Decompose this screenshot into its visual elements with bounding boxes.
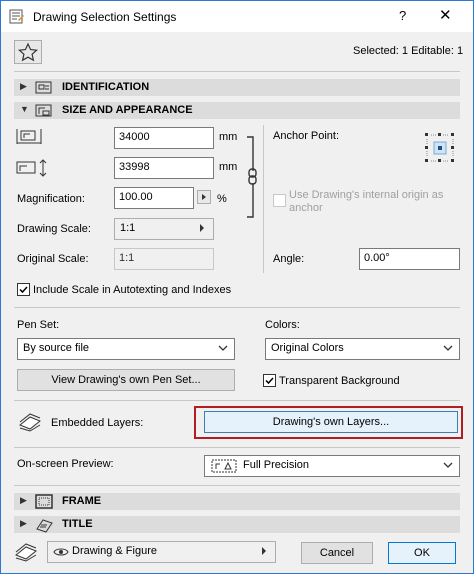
preview-select[interactable]: Full Precision: [204, 455, 460, 477]
checkmark-icon: [265, 377, 274, 385]
footer-bar: Drawing & Figure Cancel OK: [1, 535, 473, 573]
section-title: FRAME: [62, 495, 102, 507]
cancel-button[interactable]: Cancel: [301, 542, 373, 564]
close-button[interactable]: ✕: [439, 6, 452, 24]
width-input[interactable]: 34000: [114, 127, 214, 149]
checkmark-icon: [19, 286, 28, 294]
section-frame[interactable]: ▶ FRAME: [14, 493, 460, 510]
chevron-down-icon: ▼: [20, 104, 29, 114]
preview-value: Full Precision: [243, 459, 310, 471]
anchor-point-selector[interactable]: [423, 131, 457, 165]
size-appearance-icon: [35, 104, 52, 117]
pen-set-value: By source file: [23, 342, 90, 354]
drawing-scale-value: 1:1: [120, 222, 136, 234]
frame-icon: [35, 494, 53, 509]
magnification-input[interactable]: 100.00: [114, 187, 194, 209]
height-unit: mm: [219, 161, 238, 173]
internal-origin-label: Use Drawing's internal origin as anchor: [289, 189, 444, 214]
identification-icon: [35, 81, 52, 94]
triangle-right-icon: [202, 194, 206, 200]
title-icon: [36, 519, 53, 533]
help-button[interactable]: ?: [399, 8, 406, 23]
anchor-point-label: Anchor Point:: [273, 130, 340, 142]
drawing-scale-label: Drawing Scale:: [17, 223, 91, 235]
vertical-divider: [263, 125, 264, 273]
triangle-right-icon: [200, 224, 204, 232]
preview-label: On-screen Preview:: [17, 458, 114, 470]
embedded-layers-label: Embedded Layers:: [51, 417, 144, 429]
height-input[interactable]: 33998: [114, 157, 214, 179]
width-icon: [16, 129, 42, 144]
angle-input[interactable]: 0.00°: [359, 248, 460, 270]
layers-icon: [19, 413, 41, 432]
section-title: IDENTIFICATION: [62, 81, 150, 93]
section-identification[interactable]: ▶ IDENTIFICATION: [14, 79, 460, 96]
triangle-right-icon: [262, 547, 266, 555]
magnification-menu-button[interactable]: [197, 190, 211, 204]
chain-link-icon[interactable]: [245, 135, 261, 219]
section-title: TITLE: [62, 518, 93, 530]
chevron-right-icon: ▶: [20, 495, 27, 505]
divider: [14, 400, 460, 401]
width-unit: mm: [219, 131, 238, 143]
percent-label: %: [217, 193, 227, 205]
own-layers-button[interactable]: Drawing's own Layers...: [204, 411, 458, 433]
layer-stack-icon: [15, 543, 37, 562]
chevron-right-icon: ▶: [20, 81, 27, 91]
divider: [14, 447, 460, 448]
chevron-right-icon: ▶: [20, 518, 27, 528]
internal-origin-checkbox[interactable]: [273, 194, 286, 207]
star-icon: [17, 42, 39, 62]
window-title: Drawing Selection Settings: [33, 10, 177, 24]
eye-icon: [53, 548, 69, 556]
magnification-label: Magnification:: [17, 193, 85, 205]
transparent-background-label: Transparent Background: [279, 375, 400, 387]
app-icon: [9, 9, 24, 24]
include-scale-checkbox[interactable]: [17, 283, 30, 296]
original-scale-label: Original Scale:: [17, 253, 89, 265]
transparent-background-checkbox[interactable]: [263, 374, 276, 387]
divider: [14, 485, 460, 486]
original-scale-value: 1:1: [114, 248, 214, 270]
favorites-button[interactable]: [14, 40, 42, 64]
section-title-settings[interactable]: ▶ TITLE: [14, 516, 460, 533]
chevron-down-icon: [443, 462, 453, 468]
colors-label: Colors:: [265, 319, 300, 331]
preview-quality-icon: [211, 459, 237, 473]
view-pen-set-button[interactable]: View Drawing's own Pen Set...: [17, 369, 235, 391]
selected-info: Selected: 1 Editable: 1: [353, 45, 464, 57]
colors-value: Original Colors: [271, 342, 344, 354]
pen-set-label: Pen Set:: [17, 319, 60, 331]
height-icon: [16, 159, 47, 177]
chevron-down-icon: [443, 345, 453, 351]
dialog-window: Drawing Selection Settings ? ✕ Selected:…: [0, 0, 474, 574]
ok-button[interactable]: OK: [388, 542, 456, 564]
layer-value: Drawing & Figure: [72, 545, 157, 557]
chevron-down-icon: [218, 345, 228, 351]
section-size-appearance[interactable]: ▼ SIZE AND APPEARANCE: [14, 102, 460, 119]
pen-set-select[interactable]: By source file: [17, 338, 235, 360]
layer-select[interactable]: Drawing & Figure: [47, 541, 276, 563]
divider: [14, 71, 460, 72]
divider: [14, 307, 460, 308]
section-title: SIZE AND APPEARANCE: [62, 104, 193, 116]
angle-label: Angle:: [273, 253, 305, 265]
title-bar: Drawing Selection Settings ? ✕: [1, 1, 473, 32]
drawing-scale-select[interactable]: 1:1: [114, 218, 214, 240]
include-scale-label: Include Scale in Autotexting and Indexes: [33, 284, 232, 296]
colors-select[interactable]: Original Colors: [265, 338, 460, 360]
